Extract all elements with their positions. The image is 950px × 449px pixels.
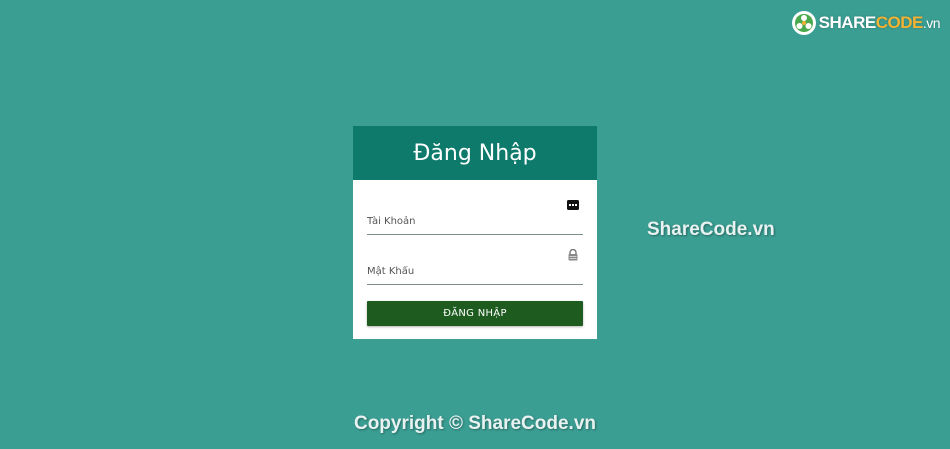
login-header: Đăng Nhập <box>353 126 597 180</box>
username-input[interactable] <box>367 212 557 230</box>
logo-brand-main: SHARE <box>818 13 877 32</box>
sharecode-logo-text: SHARECODE.vn <box>818 13 941 33</box>
sharecode-logo: SHARECODE.vn <box>791 10 941 36</box>
watermark-side-text: ShareCode.vn <box>647 219 775 240</box>
password-input[interactable] <box>367 262 557 280</box>
logo-brand-tld: .vn <box>922 15 941 31</box>
username-field <box>367 194 583 235</box>
logo-brand-accent: CODE <box>875 13 924 32</box>
copyright-text: Copyright © ShareCode.vn <box>353 413 597 434</box>
page: SHARECODE.vn ShareCode.vn Đăng Nhập Tài … <box>0 0 950 449</box>
login-button[interactable]: ĐĂNG NHẬP <box>367 301 583 326</box>
password-field <box>367 244 583 285</box>
lock-icon <box>568 249 578 261</box>
login-title: Đăng Nhập <box>413 140 537 166</box>
login-form: ĐĂNG NHẬP <box>353 194 597 326</box>
id-card-icon <box>567 200 579 210</box>
login-card: Đăng Nhập ĐĂNG <box>353 126 597 339</box>
sharecode-logo-icon <box>791 11 816 35</box>
